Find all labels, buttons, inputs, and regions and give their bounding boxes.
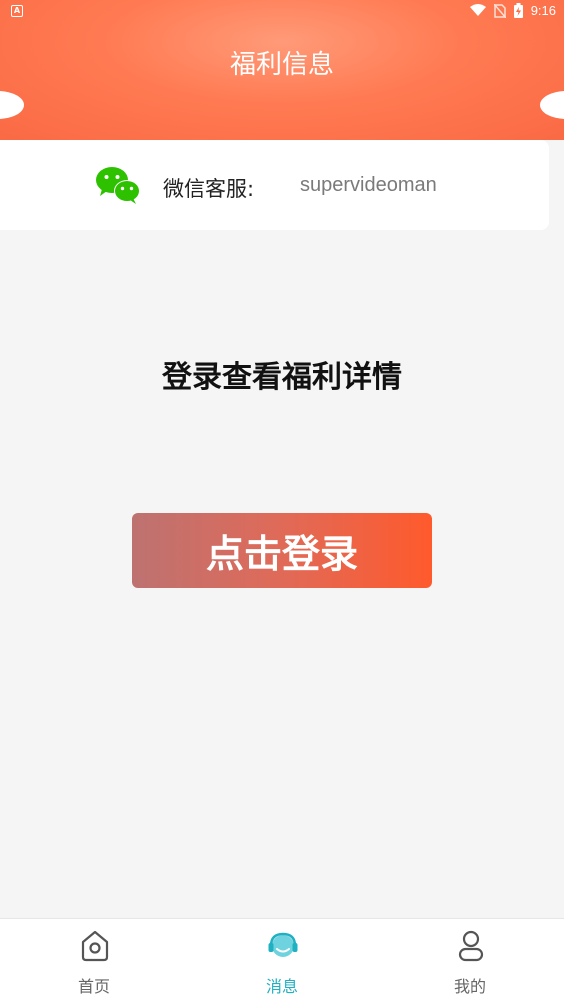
header-banner: A 9:16 福利信息 xyxy=(0,0,564,140)
nav-label-messages: 消息 xyxy=(265,977,298,996)
status-bar: A 9:16 xyxy=(0,0,564,24)
nav-label-profile: 我的 xyxy=(453,977,486,996)
screen: A 9:16 福利信息 微信客服: supervideoman 登录查看福利详情… xyxy=(0,0,564,1002)
status-time: 9:16 xyxy=(530,3,556,18)
wifi-icon xyxy=(469,4,486,16)
no-sim-icon xyxy=(493,3,506,18)
headset-icon xyxy=(268,932,298,957)
login-button[interactable]: 点击登录 xyxy=(132,513,432,588)
header-notch-right xyxy=(540,91,564,119)
page-title: 福利信息 xyxy=(229,50,334,80)
nav-item-home[interactable]: 首页 xyxy=(0,919,188,1002)
wechat-service-label: 微信客服: xyxy=(163,177,255,201)
wechat-account-id: supervideoman xyxy=(300,174,437,196)
status-icons: 9:16 xyxy=(469,3,556,18)
nav-label-home: 首页 xyxy=(77,977,110,996)
app-notification-icon: A xyxy=(11,5,23,17)
header-notch-left xyxy=(0,91,24,119)
login-prompt-text: 登录查看福利详情 xyxy=(162,360,402,395)
nav-item-profile[interactable]: 我的 xyxy=(376,919,564,1002)
person-icon xyxy=(458,930,484,962)
wechat-icon xyxy=(96,167,140,204)
nav-item-messages[interactable]: 消息 xyxy=(188,919,376,1002)
bottom-nav-bar: 首页 消息 我的 xyxy=(0,918,564,1002)
wechat-service-card: 微信客服: supervideoman xyxy=(0,140,549,230)
battery-charging-icon xyxy=(513,3,523,18)
home-icon xyxy=(81,930,109,962)
